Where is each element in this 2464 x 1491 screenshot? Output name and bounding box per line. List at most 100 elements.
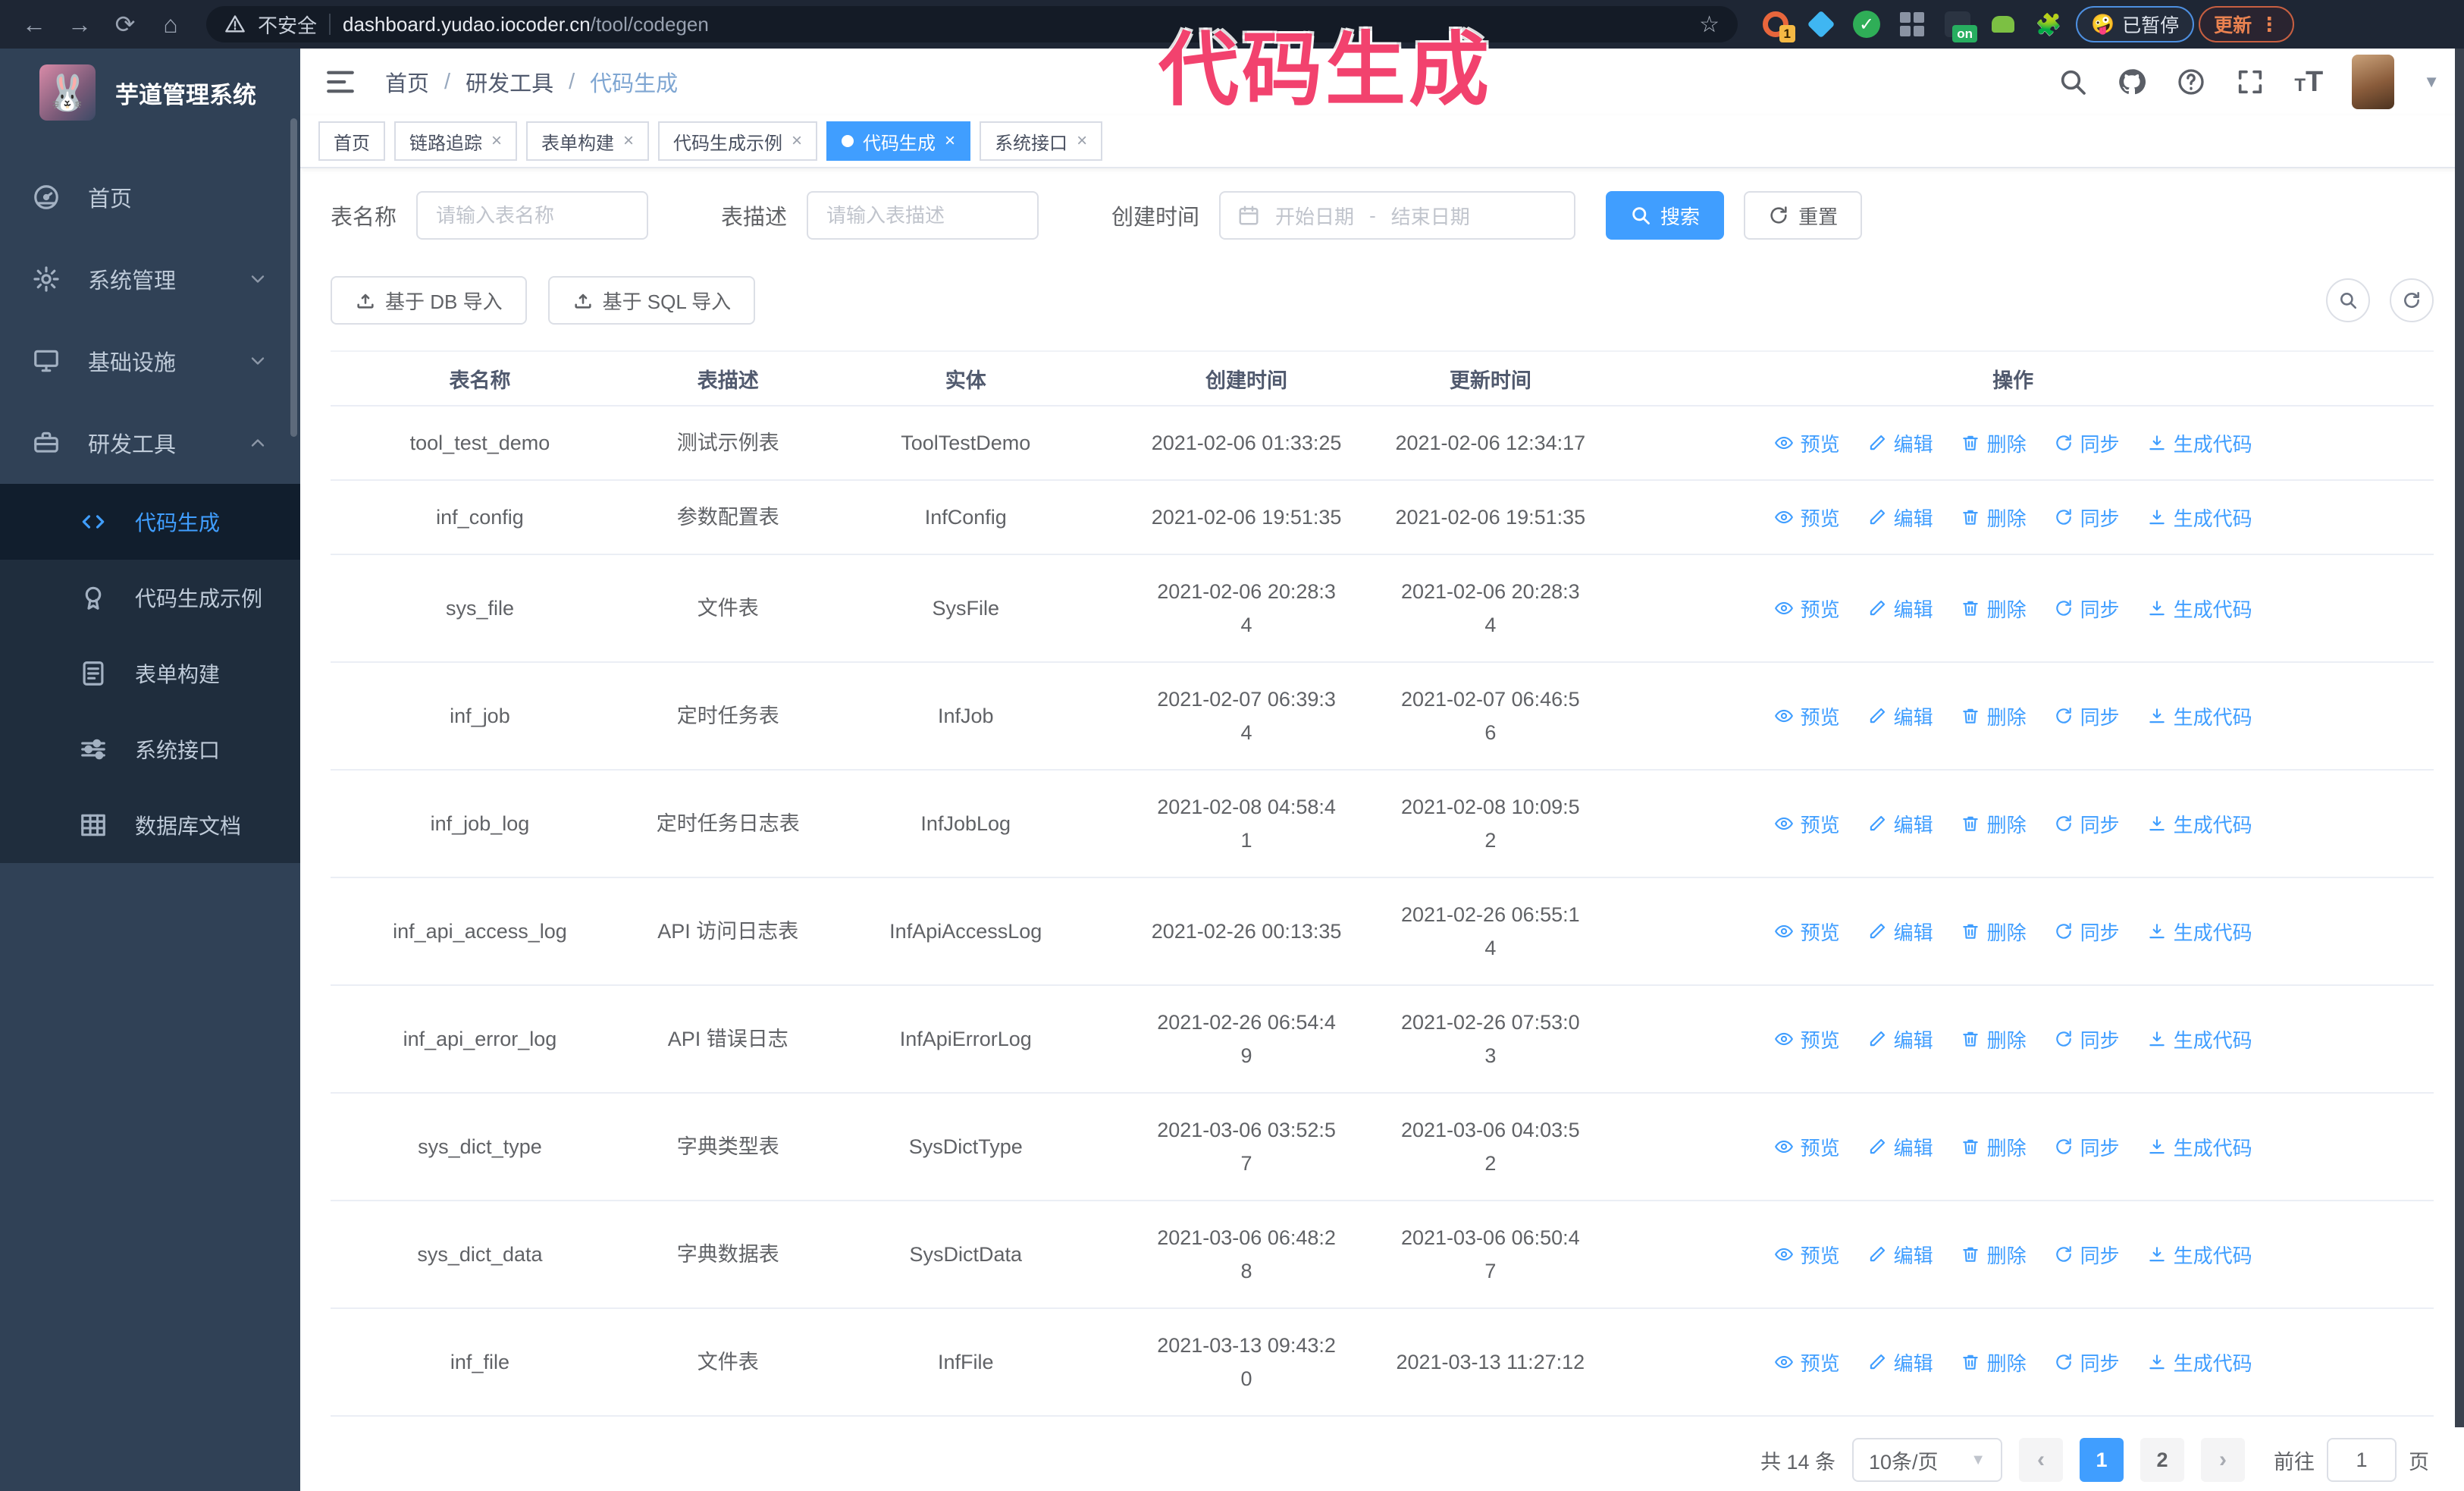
action-预览[interactable]: 预览 (1774, 918, 1840, 946)
action-预览[interactable]: 预览 (1774, 504, 1840, 532)
action-编辑[interactable]: 编辑 (1867, 504, 1933, 532)
import-sql-button[interactable]: 基于 SQL 导入 (547, 276, 756, 325)
ext-robot-icon[interactable] (1988, 9, 2018, 39)
page-button-1[interactable]: 1 (2080, 1438, 2124, 1482)
page-button-2[interactable]: 2 (2140, 1438, 2184, 1482)
paused-profile-chip[interactable]: 🤪 已暂停 (2076, 6, 2195, 42)
ext-check-icon[interactable]: ✓ (1851, 9, 1882, 39)
action-同步[interactable]: 同步 (2054, 1241, 2120, 1269)
sidebar-item-代码生成示例[interactable]: 代码生成示例 (0, 560, 300, 636)
user-avatar[interactable] (2352, 55, 2395, 109)
action-编辑[interactable]: 编辑 (1867, 1025, 1933, 1053)
close-icon[interactable]: × (623, 130, 634, 152)
close-icon[interactable]: × (945, 130, 955, 152)
action-预览[interactable]: 预览 (1774, 595, 1840, 623)
sidebar-item-研发工具[interactable]: 研发工具 (0, 402, 300, 484)
action-生成代码[interactable]: 生成代码 (2147, 810, 2252, 838)
action-生成代码[interactable]: 生成代码 (2147, 1241, 2252, 1269)
goto-page-input[interactable] (2327, 1438, 2397, 1482)
action-预览[interactable]: 预览 (1774, 1133, 1840, 1161)
sidebar-item-基础设施[interactable]: 基础设施 (0, 320, 300, 402)
page-size-select[interactable]: 10条/页 ▼ (1852, 1438, 2002, 1482)
action-预览[interactable]: 预览 (1774, 1025, 1840, 1053)
action-同步[interactable]: 同步 (2054, 429, 2120, 457)
action-编辑[interactable]: 编辑 (1867, 1348, 1933, 1376)
close-icon[interactable]: × (792, 130, 802, 152)
table-desc-input[interactable] (807, 191, 1039, 240)
action-生成代码[interactable]: 生成代码 (2147, 1025, 2252, 1053)
ext-switch-icon[interactable]: on (1942, 9, 1977, 42)
action-同步[interactable]: 同步 (2054, 1348, 2120, 1376)
browser-back-icon[interactable]: ← (14, 4, 55, 45)
ext-blocker-icon[interactable]: 1 (1760, 9, 1795, 42)
sidebar-item-数据库文档[interactable]: 数据库文档 (0, 787, 300, 863)
tab-代码生成示例[interactable]: 代码生成示例 × (658, 121, 818, 161)
date-range-picker[interactable]: 开始日期 - 结束日期 (1219, 191, 1576, 240)
action-同步[interactable]: 同步 (2054, 702, 2120, 730)
action-同步[interactable]: 同步 (2054, 595, 2120, 623)
sidebar-item-首页[interactable]: 首页 (0, 156, 300, 238)
breadcrumb-item[interactable]: 首页 (385, 66, 429, 98)
tab-代码生成[interactable]: 代码生成 × (826, 121, 971, 161)
action-编辑[interactable]: 编辑 (1867, 810, 1933, 838)
tab-链路追踪[interactable]: 链路追踪 × (394, 121, 518, 161)
action-删除[interactable]: 删除 (1961, 1133, 2027, 1161)
github-icon[interactable] (2117, 67, 2147, 97)
action-删除[interactable]: 删除 (1961, 1241, 2027, 1269)
sidebar-item-表单构建[interactable]: 表单构建 (0, 636, 300, 711)
search-icon[interactable] (2058, 67, 2088, 97)
action-预览[interactable]: 预览 (1774, 1348, 1840, 1376)
tab-表单构建[interactable]: 表单构建 × (526, 121, 650, 161)
refresh-table-button[interactable] (2390, 278, 2434, 322)
action-删除[interactable]: 删除 (1961, 1025, 2027, 1053)
action-同步[interactable]: 同步 (2054, 1025, 2120, 1053)
sidebar-collapse-icon[interactable] (324, 66, 356, 98)
action-编辑[interactable]: 编辑 (1867, 1241, 1933, 1269)
action-生成代码[interactable]: 生成代码 (2147, 1348, 2252, 1376)
action-同步[interactable]: 同步 (2054, 504, 2120, 532)
action-生成代码[interactable]: 生成代码 (2147, 429, 2252, 457)
logo-row[interactable]: 🐰 芋道管理系统 (0, 49, 300, 137)
action-删除[interactable]: 删除 (1961, 918, 2027, 946)
action-生成代码[interactable]: 生成代码 (2147, 918, 2252, 946)
action-生成代码[interactable]: 生成代码 (2147, 1133, 2252, 1161)
action-同步[interactable]: 同步 (2054, 810, 2120, 838)
sidebar-item-系统管理[interactable]: 系统管理 (0, 238, 300, 320)
action-编辑[interactable]: 编辑 (1867, 918, 1933, 946)
import-db-button[interactable]: 基于 DB 导入 (331, 276, 527, 325)
action-编辑[interactable]: 编辑 (1867, 702, 1933, 730)
fullscreen-icon[interactable] (2235, 67, 2265, 97)
reset-button[interactable]: 重置 (1744, 191, 1863, 240)
action-同步[interactable]: 同步 (2054, 1133, 2120, 1161)
action-预览[interactable]: 预览 (1774, 810, 1840, 838)
action-删除[interactable]: 删除 (1961, 429, 2027, 457)
browser-forward-icon[interactable]: → (59, 4, 100, 45)
toggle-search-button[interactable] (2326, 278, 2370, 322)
extensions-puzzle-icon[interactable]: 🧩 (2033, 9, 2064, 39)
browser-home-icon[interactable]: ⌂ (150, 4, 191, 45)
ext-grid-icon[interactable] (1897, 9, 1927, 39)
tab-系统接口[interactable]: 系统接口 × (980, 121, 1103, 161)
sidebar-item-代码生成[interactable]: 代码生成 (0, 484, 300, 560)
action-删除[interactable]: 删除 (1961, 702, 2027, 730)
ext-gem-icon[interactable] (1806, 9, 1836, 39)
action-生成代码[interactable]: 生成代码 (2147, 702, 2252, 730)
next-page-button[interactable]: › (2201, 1438, 2245, 1482)
action-编辑[interactable]: 编辑 (1867, 1133, 1933, 1161)
address-bar[interactable]: 不安全 dashboard.yudao.iocoder.cn/tool/code… (206, 6, 1738, 42)
action-删除[interactable]: 删除 (1961, 595, 2027, 623)
action-删除[interactable]: 删除 (1961, 810, 2027, 838)
action-预览[interactable]: 预览 (1774, 1241, 1840, 1269)
breadcrumb-item[interactable]: 研发工具 (466, 66, 553, 98)
window-scrollbar[interactable] (2455, 49, 2464, 1427)
action-删除[interactable]: 删除 (1961, 1348, 2027, 1376)
action-生成代码[interactable]: 生成代码 (2147, 504, 2252, 532)
bookmark-star-icon[interactable]: ☆ (1699, 11, 1719, 38)
action-删除[interactable]: 删除 (1961, 504, 2027, 532)
font-size-icon[interactable]: TT (2294, 66, 2323, 99)
close-icon[interactable]: × (1077, 130, 1087, 152)
action-预览[interactable]: 预览 (1774, 429, 1840, 457)
browser-reload-icon[interactable]: ⟳ (105, 4, 146, 45)
search-button[interactable]: 搜索 (1606, 191, 1725, 240)
close-icon[interactable]: × (491, 130, 502, 152)
